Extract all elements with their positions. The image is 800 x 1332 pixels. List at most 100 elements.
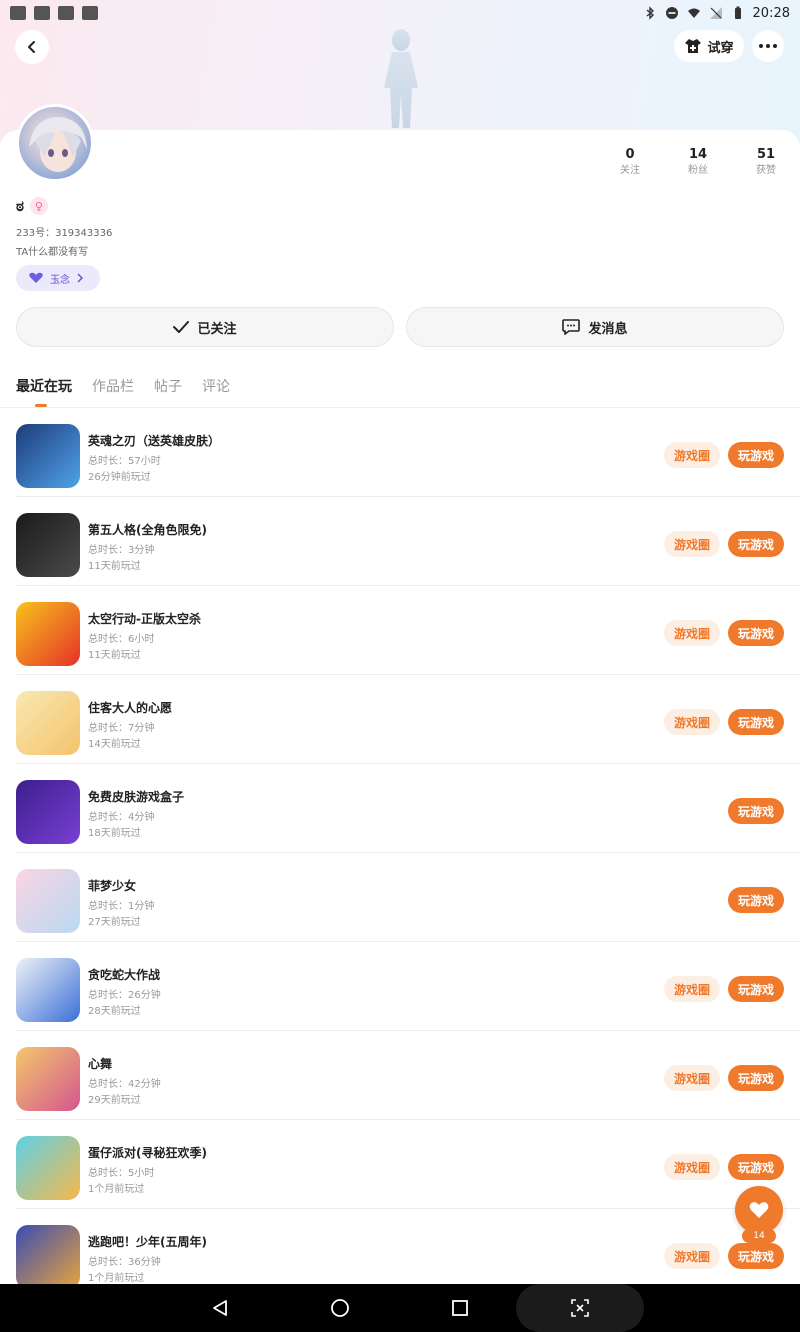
game-row[interactable]: 贪吃蛇大作战 总时长：26分钟 28天前玩过 游戏圈 玩游戏	[0, 942, 800, 1031]
game-circle-button[interactable]: 游戏圈	[664, 709, 720, 735]
game-icon	[16, 1047, 80, 1111]
game-last-played: 11天前玩过	[88, 561, 141, 572]
avatar-figure-silhouette	[384, 29, 418, 128]
nav-home-button[interactable]	[328, 1296, 352, 1320]
game-row[interactable]: 住客大人的心愿 总时长：7分钟 14天前玩过 游戏圈 玩游戏	[0, 675, 800, 764]
like-button[interactable]	[735, 1186, 783, 1234]
avatar[interactable]	[16, 104, 94, 182]
user-bio: TA什么都没有写	[16, 247, 89, 258]
play-game-button[interactable]: 玩游戏	[728, 442, 784, 468]
play-game-button[interactable]: 玩游戏	[728, 976, 784, 1002]
chevron-right-icon	[77, 273, 83, 283]
following-count: 0	[625, 147, 635, 162]
game-last-played: 28天前玩过	[88, 1006, 141, 1017]
play-game-button[interactable]: 玩游戏	[728, 709, 784, 735]
video-icon	[58, 6, 74, 20]
signal-icon	[709, 7, 722, 19]
game-icon	[16, 780, 80, 844]
game-title: 住客大人的心愿	[88, 701, 173, 715]
nav-screenshot-button[interactable]	[516, 1284, 644, 1332]
game-row[interactable]: 第五人格(全角色限免) 总时长：3分钟 11天前玩过 游戏圈 玩游戏	[0, 497, 800, 586]
stat-following[interactable]: 0 关注	[596, 147, 664, 179]
like-count: 14	[742, 1229, 776, 1243]
game-duration: 总时长：7分钟	[88, 723, 155, 734]
shirt-icon	[685, 39, 702, 53]
game-circle-button[interactable]: 游戏圈	[664, 976, 720, 1002]
more-options-button[interactable]	[752, 30, 784, 62]
chevron-left-icon	[28, 41, 35, 53]
game-row[interactable]: 心舞 总时长：42分钟 29天前玩过 游戏圈 玩游戏	[0, 1031, 800, 1120]
user-id: 233号：319343336	[16, 228, 113, 239]
female-gender-icon: ♀	[29, 197, 48, 215]
followed-button[interactable]: 已关注	[16, 307, 394, 347]
game-last-played: 26分钟前玩过	[88, 472, 151, 483]
game-icon	[16, 691, 80, 755]
followers-count: 14	[688, 147, 708, 162]
game-last-played: 29天前玩过	[88, 1095, 141, 1106]
game-row[interactable]: 蛋仔派对(寻秘狂欢季) 总时长：5小时 1个月前玩过 游戏圈 玩游戏	[0, 1120, 800, 1209]
game-title: 第五人格(全角色限免)	[88, 523, 207, 537]
play-game-button[interactable]: 玩游戏	[728, 798, 784, 824]
status-time: 20:28	[752, 5, 790, 21]
game-row[interactable]: 免费皮肤游戏盒子 总时长：4分钟 18天前玩过 玩游戏	[0, 764, 800, 853]
tab-posts[interactable]: 帖子	[154, 376, 182, 396]
pulse-icon	[82, 6, 98, 20]
game-duration: 总时长：3分钟	[88, 545, 155, 556]
badge-label: 玉念	[50, 274, 70, 286]
game-last-played: 18天前玩过	[88, 828, 141, 839]
heart-icon	[749, 1202, 769, 1218]
stat-followers[interactable]: 14 粉丝	[664, 147, 732, 179]
followers-label: 粉丝	[688, 165, 708, 176]
system-nav-bar	[0, 1284, 800, 1332]
game-icon	[16, 1136, 80, 1200]
nav-recents-button[interactable]	[448, 1296, 472, 1320]
triangle-back-icon	[213, 1300, 227, 1316]
game-title: 菲梦少女	[88, 879, 137, 893]
send-message-label: 发消息	[588, 321, 628, 337]
game-circle-button[interactable]: 游戏圈	[664, 1154, 720, 1180]
game-duration: 总时长：57小时	[88, 456, 161, 467]
user-badge[interactable]: 玉念	[16, 265, 100, 291]
game-row[interactable]: 菲梦少女 总时长：1分钟 27天前玩过 玩游戏	[0, 853, 800, 942]
status-bar: 20:28	[0, 0, 800, 26]
game-last-played: 1个月前玩过	[88, 1184, 145, 1195]
game-duration: 总时长：6小时	[88, 634, 155, 645]
game-duration: 总时长：42分钟	[88, 1079, 161, 1090]
user-name: ಠ	[16, 197, 24, 215]
square-recents-icon	[452, 1300, 468, 1316]
game-last-played: 11天前玩过	[88, 650, 141, 661]
back-button[interactable]	[15, 30, 49, 64]
play-game-button[interactable]: 玩游戏	[728, 1065, 784, 1091]
game-circle-button[interactable]: 游戏圈	[664, 531, 720, 557]
game-last-played: 14天前玩过	[88, 739, 141, 750]
game-circle-button[interactable]: 游戏圈	[664, 442, 720, 468]
play-game-button[interactable]: 玩游戏	[728, 620, 784, 646]
circle-home-icon	[331, 1299, 349, 1317]
game-row[interactable]: 英魂之刃（送英雄皮肤） 总时长：57小时 26分钟前玩过 游戏圈 玩游戏	[0, 408, 800, 497]
tab-recently-played[interactable]: 最近在玩	[16, 376, 72, 396]
tab-works[interactable]: 作品栏	[92, 376, 134, 396]
notification-icon	[10, 6, 26, 20]
game-last-played: 27天前玩过	[88, 917, 141, 928]
try-on-label: 试穿	[707, 40, 734, 56]
try-on-button[interactable]: 试穿	[674, 30, 744, 62]
game-circle-button[interactable]: 游戏圈	[664, 1243, 720, 1269]
check-icon	[173, 321, 190, 333]
play-game-button[interactable]: 玩游戏	[728, 1243, 784, 1269]
game-row[interactable]: 太空行动-正版太空杀 总时长：6小时 11天前玩过 游戏圈 玩游戏	[0, 586, 800, 675]
stat-likes: 51 获赞	[732, 147, 800, 179]
nav-back-button[interactable]	[208, 1296, 232, 1320]
battery-icon	[734, 6, 741, 19]
play-game-button[interactable]: 玩游戏	[728, 531, 784, 557]
send-message-button[interactable]: 发消息	[406, 307, 784, 347]
play-game-button[interactable]: 玩游戏	[728, 887, 784, 913]
game-circle-button[interactable]: 游戏圈	[664, 1065, 720, 1091]
game-duration: 总时长：5小时	[88, 1168, 155, 1179]
tab-comments[interactable]: 评论	[202, 376, 230, 396]
game-title: 心舞	[88, 1057, 113, 1071]
more-dots-icon	[759, 44, 777, 48]
game-circle-button[interactable]: 游戏圈	[664, 620, 720, 646]
likes-count: 51	[756, 147, 776, 162]
play-game-button[interactable]: 玩游戏	[728, 1154, 784, 1180]
game-duration: 总时长：1分钟	[88, 901, 155, 912]
